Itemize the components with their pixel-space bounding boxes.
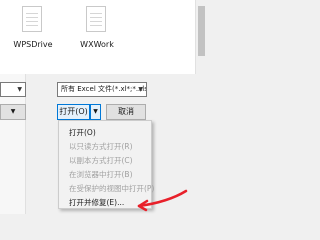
red-arrow-annotation: [137, 189, 188, 212]
